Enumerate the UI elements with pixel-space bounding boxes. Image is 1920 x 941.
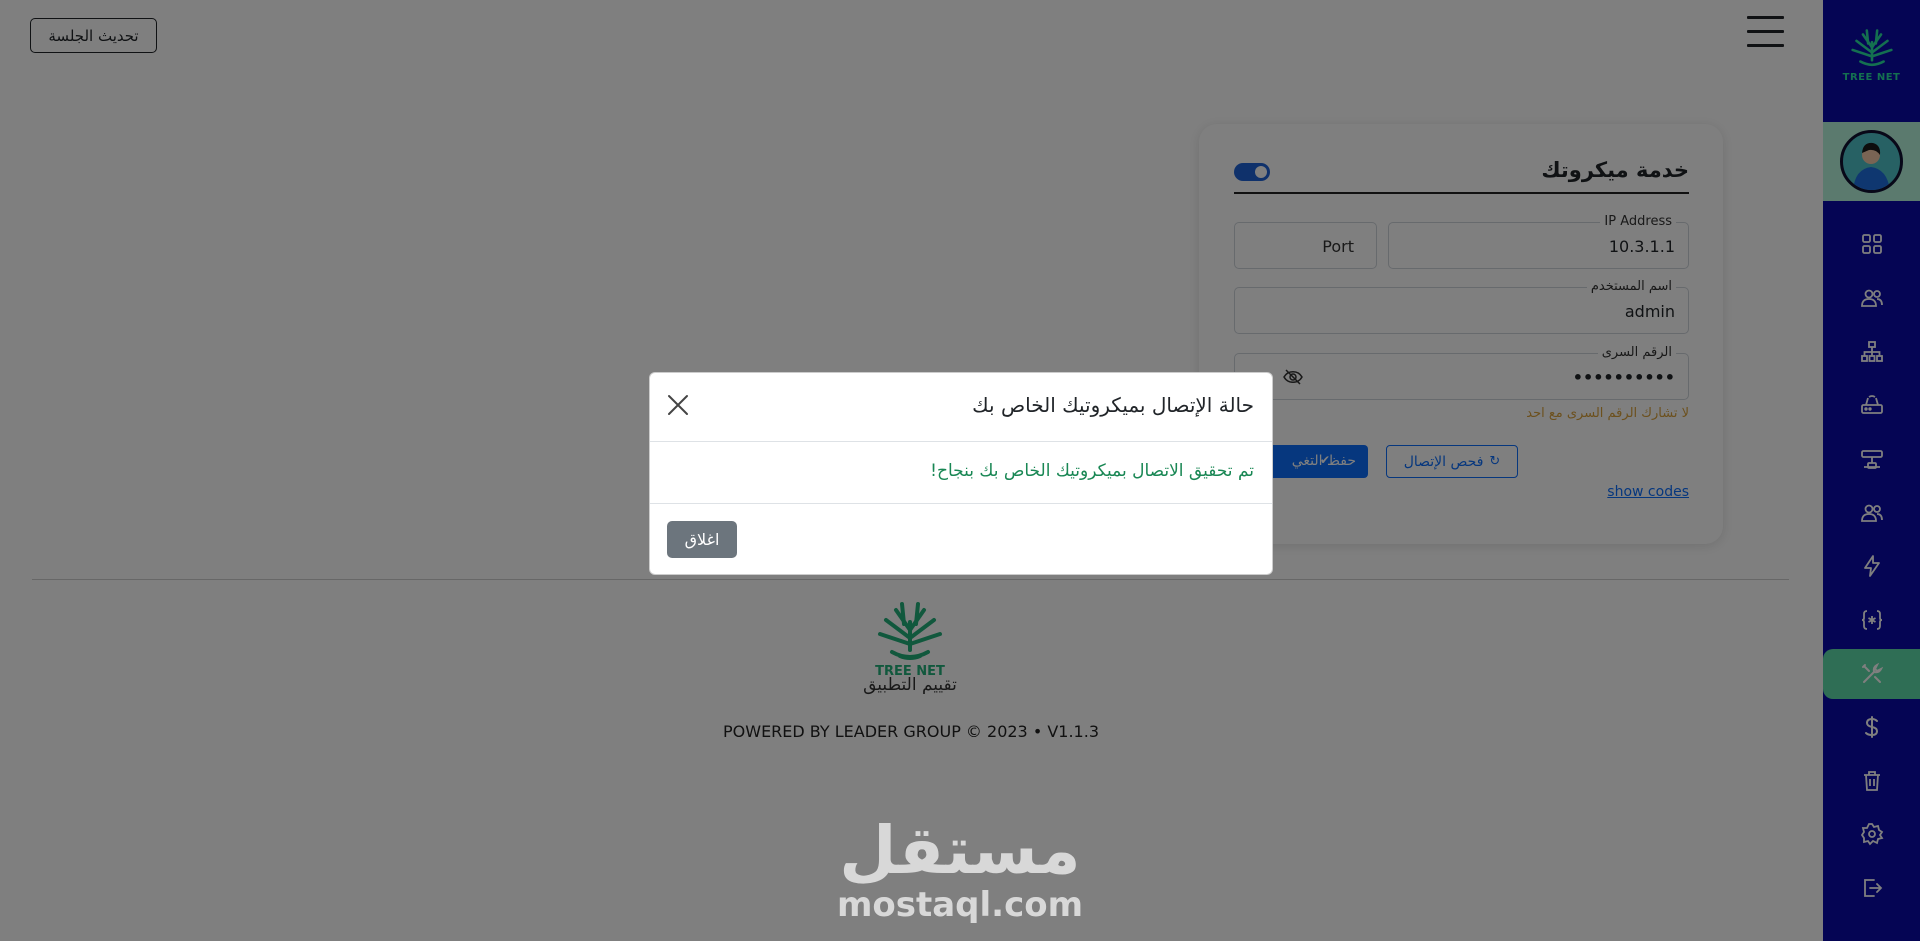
modal-title: حالة الإتصال بميكروتيك الخاص بك bbox=[972, 393, 1254, 417]
watermark-latin: mostaql.com bbox=[836, 885, 1084, 925]
modal-footer-divider bbox=[650, 503, 1272, 504]
watermark: مستقل mostaql.com bbox=[830, 812, 1090, 925]
modal-header-divider bbox=[650, 441, 1272, 442]
close-icon[interactable] bbox=[664, 391, 692, 419]
close-button[interactable]: اغلاق bbox=[667, 521, 737, 558]
connection-status-modal: حالة الإتصال بميكروتيك الخاص بك تم تحقيق… bbox=[649, 372, 1273, 575]
modal-success-message: تم تحقيق الاتصال بميكروتيك الخاص بك بنجا… bbox=[930, 461, 1254, 481]
watermark-arabic: مستقل bbox=[839, 812, 1081, 889]
